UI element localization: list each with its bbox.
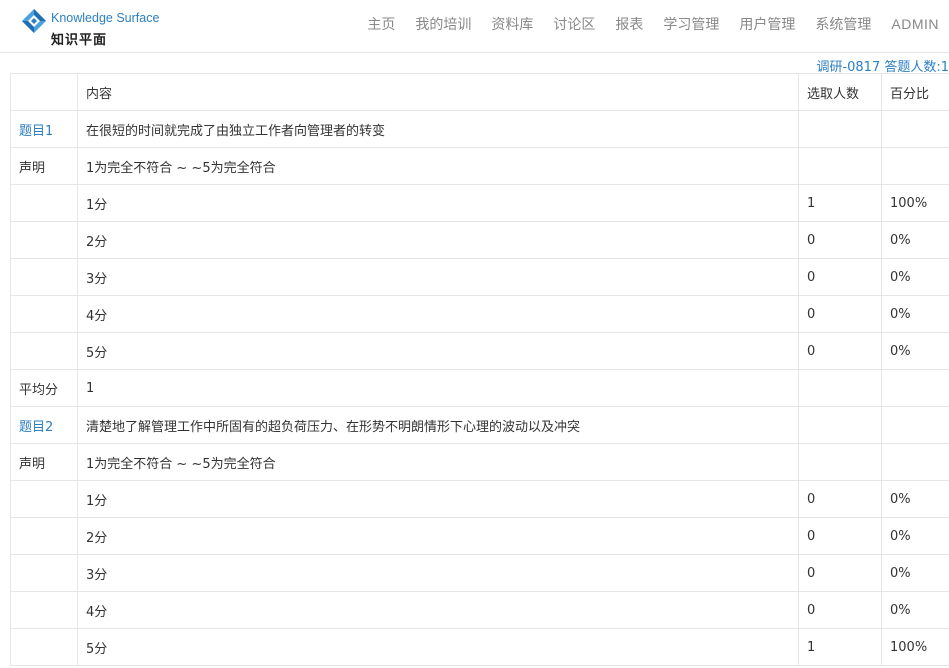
table-header-row: 内容 选取人数 百分比 (10, 73, 949, 111)
row-label (10, 480, 78, 518)
table-row-option: 2分 0 0% (10, 221, 949, 259)
row-count: 0 (798, 554, 882, 592)
row-percent (881, 147, 949, 185)
row-count: 1 (798, 184, 882, 222)
top-header: Knowledge Surface 知识平面 主页 我的培训 资料库 讨论区 报… (0, 0, 949, 53)
row-percent: 0% (881, 332, 949, 370)
table-row-option: 1分 1 100% (10, 184, 949, 222)
row-label (10, 258, 78, 296)
row-label (10, 517, 78, 555)
row-count: 0 (798, 517, 882, 555)
row-count (798, 369, 882, 407)
row-percent: 0% (881, 554, 949, 592)
row-count: 1 (798, 628, 882, 666)
row-count (798, 406, 882, 444)
row-content: 3分 (77, 258, 799, 296)
brand-logo[interactable]: Knowledge Surface 知识平面 (20, 6, 200, 48)
row-content: 清楚地了解管理工作中所固有的超负荷压力、在形势不明朗情形下心理的波动以及冲突 (77, 406, 799, 444)
row-percent: 0% (881, 221, 949, 259)
row-content: 1为完全不符合 ~ ~5为完全符合 (77, 147, 799, 185)
row-content: 4分 (77, 295, 799, 333)
row-percent: 100% (881, 184, 949, 222)
nav-item-my-training[interactable]: 我的培训 (415, 14, 471, 34)
row-content: 2分 (77, 517, 799, 555)
nav-item-discussion[interactable]: 讨论区 (553, 14, 595, 34)
row-label (10, 554, 78, 592)
header-label-cell (10, 73, 78, 111)
row-percent (881, 443, 949, 481)
row-count: 0 (798, 295, 882, 333)
row-content: 1分 (77, 184, 799, 222)
row-label (10, 628, 78, 666)
diamond-logo-icon (22, 9, 46, 33)
table-row-option: 3分 0 0% (10, 554, 949, 592)
brand-name-en: Knowledge Surface (51, 11, 160, 25)
row-label: 平均分 (10, 369, 78, 407)
row-content: 2分 (77, 221, 799, 259)
row-content: 3分 (77, 554, 799, 592)
row-percent: 100% (881, 628, 949, 666)
nav-item-library[interactable]: 资料库 (491, 14, 533, 34)
row-label (10, 184, 78, 222)
question-link[interactable]: 题目1 (19, 124, 53, 139)
row-count: 0 (798, 332, 882, 370)
table-row-option: 1分 0 0% (10, 480, 949, 518)
row-content: 在很短的时间就完成了由独立工作者向管理者的转变 (77, 110, 799, 148)
row-label: 声明 (10, 147, 78, 185)
table-row-option: 3分 0 0% (10, 258, 949, 296)
nav-item-learning-mgmt[interactable]: 学习管理 (663, 14, 719, 34)
row-content: 5分 (77, 628, 799, 666)
row-label (10, 591, 78, 629)
row-label (10, 295, 78, 333)
table-row-average: 平均分 1 (10, 369, 949, 407)
nav-item-reports[interactable]: 报表 (615, 14, 643, 34)
table-row-option: 5分 1 100% (10, 628, 949, 666)
row-label: 题目1 (10, 110, 78, 148)
question-link[interactable]: 题目2 (19, 420, 53, 435)
row-content: 5分 (77, 332, 799, 370)
row-percent: 0% (881, 517, 949, 555)
row-content: 1分 (77, 480, 799, 518)
row-label: 题目2 (10, 406, 78, 444)
row-label (10, 332, 78, 370)
row-content: 1为完全不符合 ~ ~5为完全符合 (77, 443, 799, 481)
table-row-option: 2分 0 0% (10, 517, 949, 555)
table-row-question: 题目1 在很短的时间就完成了由独立工作者向管理者的转变 (10, 110, 949, 148)
row-count (798, 147, 882, 185)
main-nav: 主页 我的培训 资料库 讨论区 报表 学习管理 用户管理 系统管理 ADMIN (347, 0, 939, 48)
row-percent (881, 369, 949, 407)
row-percent: 0% (881, 295, 949, 333)
row-count (798, 110, 882, 148)
row-label: 声明 (10, 443, 78, 481)
row-count: 0 (798, 221, 882, 259)
row-count: 0 (798, 591, 882, 629)
brand-name-cn: 知识平面 (51, 33, 108, 48)
table-row-statement: 声明 1为完全不符合 ~ ~5为完全符合 (10, 147, 949, 185)
row-percent (881, 406, 949, 444)
nav-item-system-mgmt[interactable]: 系统管理 (815, 14, 871, 34)
nav-item-admin[interactable]: ADMIN (891, 16, 939, 32)
row-count (798, 443, 882, 481)
row-content: 4分 (77, 591, 799, 629)
table-row-option: 4分 0 0% (10, 591, 949, 629)
row-percent: 0% (881, 591, 949, 629)
row-count: 0 (798, 258, 882, 296)
row-label (10, 221, 78, 259)
row-percent: 0% (881, 480, 949, 518)
table-row-statement: 声明 1为完全不符合 ~ ~5为完全符合 (10, 443, 949, 481)
row-count: 0 (798, 480, 882, 518)
table-row-option: 5分 0 0% (10, 332, 949, 370)
row-percent: 0% (881, 258, 949, 296)
survey-results-table: 内容 选取人数 百分比 题目1 在很短的时间就完成了由独立工作者向管理者的转变 声明… (10, 73, 949, 666)
nav-item-home[interactable]: 主页 (367, 14, 395, 34)
header-percent: 百分比 (881, 73, 949, 111)
header-content: 内容 (77, 73, 799, 111)
table-row-option: 4分 0 0% (10, 295, 949, 333)
row-content: 1 (77, 369, 799, 407)
nav-item-user-mgmt[interactable]: 用户管理 (739, 14, 795, 34)
row-percent (881, 110, 949, 148)
table-row-question: 题目2 清楚地了解管理工作中所固有的超负荷压力、在形势不明朗情形下心理的波动以及冲… (10, 406, 949, 444)
header-count: 选取人数 (798, 73, 882, 111)
